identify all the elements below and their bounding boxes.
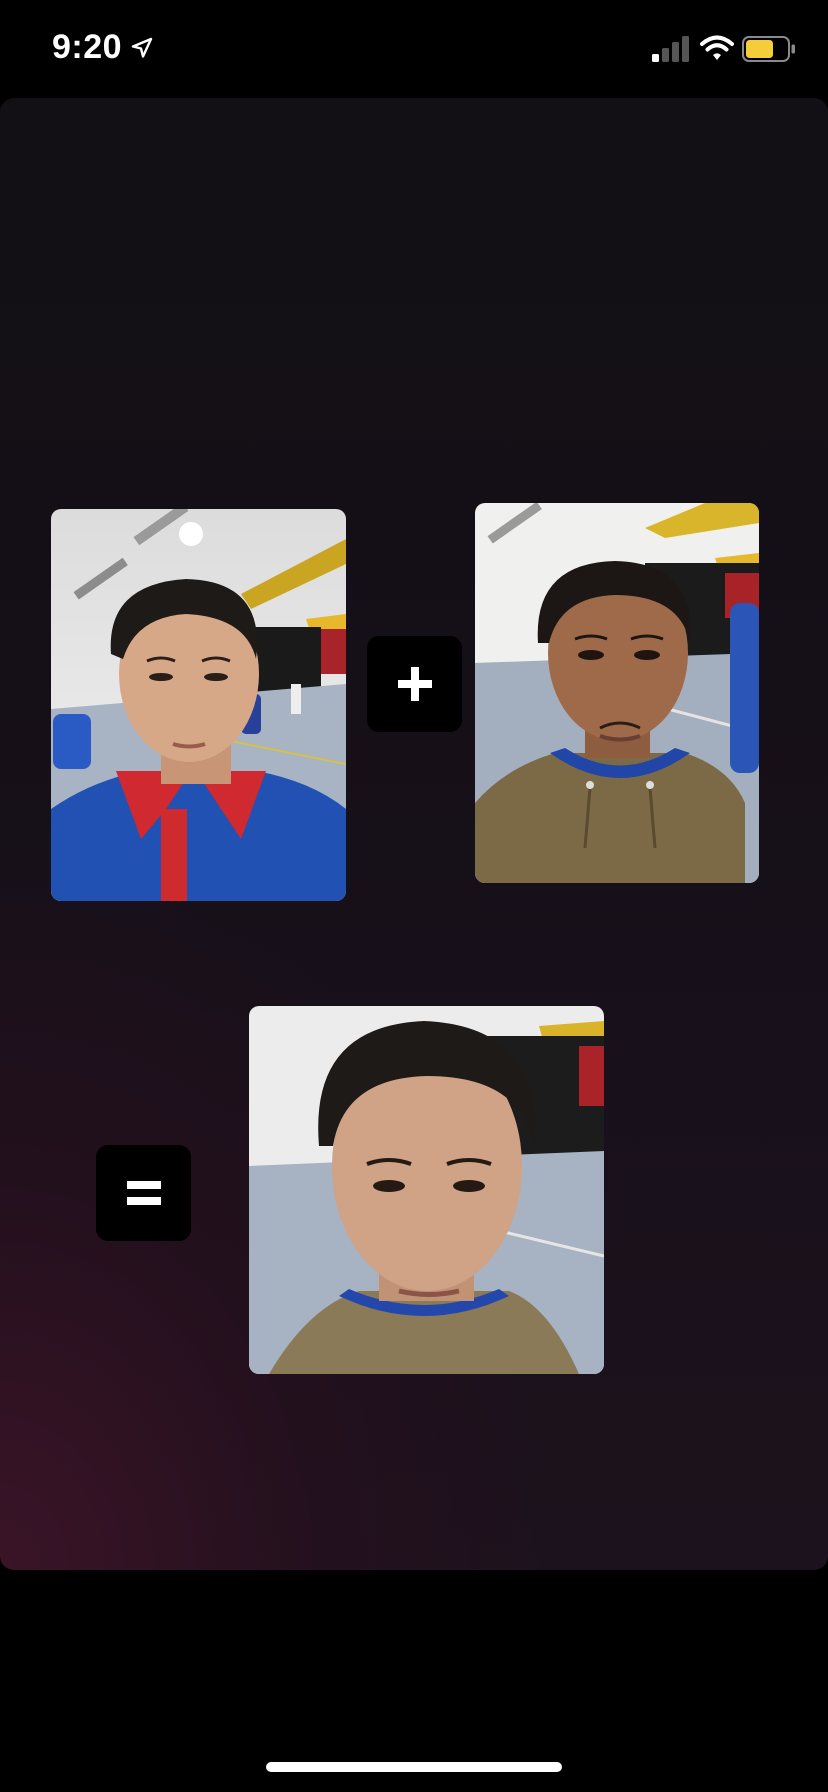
input-photo-1[interactable] [51,509,346,901]
blend-card [0,98,828,1570]
location-arrow-icon [131,37,153,58]
cellular-signal-icon [652,36,689,62]
face-photo-image-result [249,1006,604,1374]
equals-icon [126,1181,161,1205]
app-screen: 9:20 [0,0,828,1792]
wifi-icon [700,35,734,60]
face-photo-image-1 [51,509,346,901]
input-photo-2[interactable] [475,503,759,883]
plus-icon [397,667,432,701]
plus-operator [367,636,462,732]
battery-icon [742,36,795,62]
result-photo[interactable] [249,1006,604,1374]
home-indicator[interactable] [266,1762,562,1772]
equals-operator [96,1145,191,1241]
status-time: 9:20 [52,28,123,66]
face-photo-image-2 [475,503,759,883]
status-bar: 9:20 [0,0,828,96]
